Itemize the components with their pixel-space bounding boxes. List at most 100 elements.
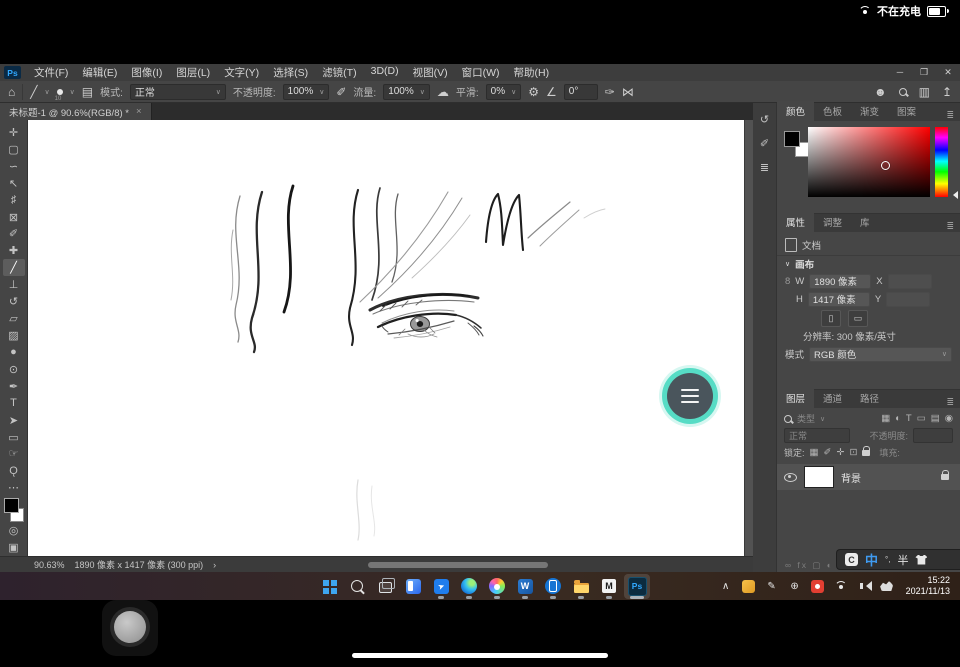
tool-gradient-icon[interactable]: ▨ — [3, 327, 25, 344]
tab-adjustments[interactable]: 调整 — [814, 212, 851, 232]
tool-dodge-icon[interactable]: ⊙ — [3, 361, 25, 378]
opacity-select[interactable]: 100% ∨ — [282, 83, 330, 100]
chevron-down-icon[interactable]: ∨ — [785, 260, 790, 268]
tray-device-icon[interactable] — [877, 575, 897, 597]
width-field[interactable]: 1890 像素 — [809, 273, 872, 289]
paint-app-button[interactable] — [484, 574, 510, 599]
start-button[interactable] — [316, 574, 342, 599]
filter-smart-object-icon[interactable]: ▤ — [931, 413, 940, 424]
taskbar-clock[interactable]: 15:22 2021/11/13 — [900, 575, 956, 597]
tool-eraser-icon[interactable]: ▱ — [3, 310, 25, 327]
tool-type-icon[interactable]: T — [3, 395, 25, 412]
tool-history-brush-icon[interactable]: ↺ — [3, 293, 25, 310]
tool-pen-icon[interactable]: ✒ — [3, 378, 25, 395]
tab-color[interactable]: 颜色 — [777, 101, 815, 121]
tool-object-selection-icon[interactable]: ↖ — [3, 175, 25, 192]
smoothing-gear-icon[interactable]: ⚙ — [528, 85, 539, 99]
layer-thumbnail[interactable] — [804, 466, 834, 488]
menu-item-3[interactable]: 图层(L) — [169, 65, 217, 80]
layer-opacity-field[interactable] — [913, 428, 953, 443]
tray-yellow-app-icon[interactable] — [739, 575, 759, 597]
brush-angle-field[interactable]: 0° — [563, 83, 598, 100]
filter-pixel-layers-icon[interactable]: ▦ — [881, 413, 890, 424]
tab-channels[interactable]: 通道 — [814, 388, 851, 408]
tab-patterns[interactable]: 图案 — [888, 101, 925, 121]
horizontal-scrollbar[interactable] — [368, 562, 548, 568]
messenger-app-button[interactable]: ➤ — [428, 574, 454, 599]
tools-more-icon[interactable]: ⋯ — [3, 479, 25, 496]
edge-browser-button[interactable] — [456, 574, 482, 599]
workspace-icon[interactable]: ▥ — [919, 85, 930, 99]
tab-libraries[interactable]: 库 — [851, 212, 879, 232]
tool-move-icon[interactable]: ✛ — [3, 124, 25, 141]
tool-lasso-icon[interactable]: ∽ — [3, 158, 25, 175]
tool-marquee-icon[interactable]: ▢ — [3, 141, 25, 158]
y-field[interactable] — [886, 291, 931, 307]
foreground-color-swatch[interactable] — [3, 498, 19, 514]
tab-close-icon[interactable]: × — [136, 106, 142, 117]
file-explorer-button[interactable] — [568, 574, 594, 599]
tray-pen-icon[interactable]: ✎ — [762, 575, 782, 597]
tab-layers[interactable]: 图层 — [777, 388, 815, 408]
chevron-down-icon[interactable]: ∨ — [820, 415, 825, 423]
zoom-level[interactable]: 90.63% — [34, 560, 65, 570]
share-icon[interactable]: ↥ — [942, 85, 952, 99]
color-saturation-field[interactable] — [808, 127, 930, 197]
ime-skin-icon[interactable] — [915, 554, 928, 565]
panel-brush-settings-icon[interactable]: ✐ — [760, 137, 769, 150]
lock-artboard-icon[interactable]: ⊡ — [849, 447, 857, 458]
menu-item-9[interactable]: 窗口(W) — [455, 65, 507, 80]
layer-blend-mode-select[interactable]: 正常 — [784, 428, 850, 443]
tool-brush-icon[interactable]: ╱ — [2, 259, 25, 277]
menu-item-1[interactable]: 编辑(E) — [75, 65, 124, 80]
ime-logo-icon[interactable]: C — [845, 553, 858, 566]
remote-floating-menu-button[interactable] — [662, 368, 718, 424]
tab-gradients[interactable]: 渐变 — [851, 101, 888, 121]
brush-settings-toggle-icon[interactable]: ▤ — [82, 85, 93, 99]
size-pressure-icon[interactable]: ✑ — [605, 85, 615, 99]
tab-properties[interactable]: 属性 — [777, 212, 815, 232]
hue-slider[interactable] — [935, 127, 948, 197]
tool-zoom-icon[interactable]: Ǫ — [3, 462, 25, 479]
close-button[interactable]: ✕ — [936, 67, 960, 78]
menu-item-7[interactable]: 3D(D) — [364, 65, 406, 80]
tool-hand-icon[interactable]: ☞ — [3, 446, 25, 463]
tool-shape-icon[interactable]: ▭ — [3, 429, 25, 446]
menu-item-5[interactable]: 选择(S) — [266, 65, 315, 80]
symmetry-icon[interactable]: ⋈ — [622, 85, 634, 99]
tray-red-app-icon[interactable] — [808, 575, 828, 597]
ime-language-indicator[interactable]: 中 — [865, 550, 878, 569]
menu-item-0[interactable]: 文件(F) — [27, 65, 75, 80]
foreground-background-swatches[interactable] — [784, 131, 810, 157]
panel-menu-icon[interactable]: ≣ — [946, 397, 960, 408]
link-dimensions-icon[interactable]: 8 — [785, 276, 790, 287]
tab-swatches[interactable]: 色板 — [814, 101, 851, 121]
brush-preset-caret[interactable]: ∨ — [44, 88, 49, 96]
tool-blur-icon[interactable]: ● — [3, 344, 25, 361]
photoshop-app-button[interactable]: Ps — [624, 573, 650, 599]
toolbar-color-swatches[interactable] — [3, 498, 25, 523]
lock-move-icon[interactable]: ✛ — [836, 447, 844, 458]
menu-item-8[interactable]: 视图(V) — [406, 65, 455, 80]
filter-type-layers-icon[interactable]: T — [906, 413, 912, 424]
orientation-portrait-button[interactable]: ▯ — [821, 309, 841, 327]
color-picker-cursor[interactable] — [881, 161, 890, 170]
tray-volume-icon[interactable] — [854, 575, 874, 597]
tool-crop-icon[interactable]: ♯ — [3, 192, 25, 209]
filter-toggle-icon[interactable]: ◉ — [945, 413, 953, 424]
quick-mask-icon[interactable]: ◎ — [3, 522, 25, 539]
tray-overflow-chevron[interactable]: ∧ — [716, 575, 736, 597]
ime-punctuation-indicator[interactable]: °, — [885, 555, 890, 564]
color-mode-select[interactable]: RGB 颜色 ∨ — [809, 346, 952, 362]
home-icon[interactable]: ⌂ — [8, 85, 15, 99]
tool-frame-icon[interactable]: ⊠ — [3, 209, 25, 226]
account-icon[interactable]: ☻ — [874, 85, 887, 99]
panel-menu-icon[interactable]: ≣ — [946, 221, 960, 232]
screen-mode-icon[interactable]: ▣ — [3, 539, 25, 556]
search-icon[interactable] — [898, 87, 907, 96]
panel-menu-icon[interactable]: ≣ — [946, 110, 960, 121]
lock-paint-icon[interactable]: ✐ — [824, 447, 832, 458]
ime-width-indicator[interactable]: 半 — [897, 552, 908, 568]
tray-wifi-icon[interactable] — [831, 575, 851, 597]
widgets-app-button[interactable] — [400, 574, 426, 599]
